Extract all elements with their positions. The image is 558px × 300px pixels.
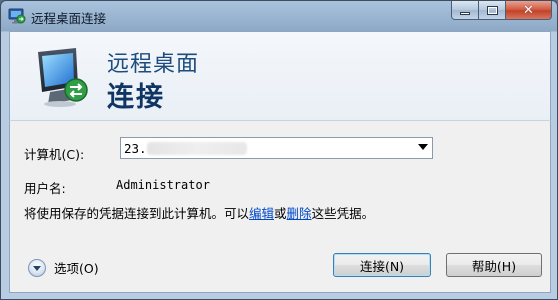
edit-credentials-link[interactable]: 编辑 [249,206,274,221]
info-text-or: 或 [274,206,287,221]
chevron-down-icon [33,266,41,271]
options-toggle[interactable]: 选项(O) [28,258,99,277]
banner-title-line1: 远程桌面 [107,52,200,77]
username-label: 用户名: [24,181,66,196]
computer-label: 计算机(C): [24,147,85,162]
help-button[interactable]: 帮助(H) [446,253,542,277]
rdp-window: 远程桌面连接 ✕ 远程桌面 连接 计算机(C): 23. 用户名: Admini… [0,0,558,300]
dialog-body: 计算机(C): 23. 用户名: Administrator 将使用保存的凭据连… [9,120,551,293]
computer-value: 23. [124,141,147,156]
options-label: 选项(O) [54,261,99,276]
redacted-address [147,142,247,155]
maximize-icon [486,5,498,15]
username-value: Administrator [116,178,210,192]
title-bar[interactable]: 远程桌面连接 ✕ [1,1,557,31]
remote-desktop-monitor-icon [38,48,88,107]
close-button[interactable]: ✕ [506,1,552,20]
chevron-down-icon[interactable] [418,144,428,150]
window-title: 远程桌面连接 [31,11,107,26]
info-text-after: 这些凭据。 [311,206,375,221]
maximize-button[interactable] [479,1,506,20]
minimize-button[interactable] [451,1,479,20]
close-icon: ✕ [523,2,534,18]
window-controls: ✕ [451,1,552,21]
remote-desktop-icon [8,8,26,24]
computer-combobox[interactable]: 23. [120,137,433,159]
saved-credentials-text: 将使用保存的凭据连接到此计算机。可以编辑或删除这些凭据。 [24,206,434,222]
delete-credentials-link[interactable]: 删除 [287,206,312,221]
info-text-before: 将使用保存的凭据连接到此计算机。可以 [24,206,250,221]
minimize-icon [460,11,470,15]
connect-button[interactable]: 连接(N) [333,253,431,277]
banner-title-line2: 连接 [107,82,165,113]
header-banner: 远程桌面 连接 [9,31,551,121]
expand-icon [28,258,46,277]
